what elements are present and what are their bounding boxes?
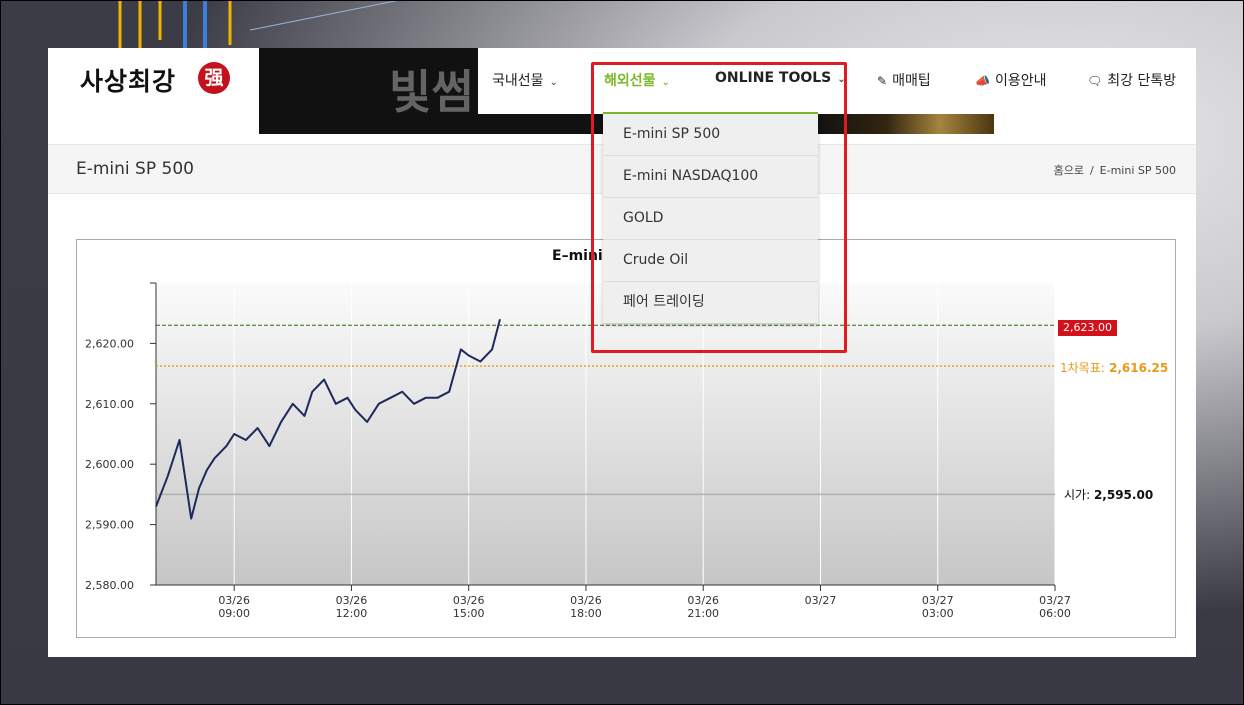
breadcrumb-separator: / [1089, 164, 1094, 177]
target-value: 2,616.25 [1109, 361, 1169, 375]
open-label: 시가: [1064, 488, 1091, 502]
current-price-tag: 2,623.00 [1058, 320, 1117, 336]
site-logo-seal[interactable]: 强 [198, 62, 230, 94]
target-price-label: 1차목표: 2,616.25 [1060, 359, 1168, 376]
edit-icon: ✎ [877, 74, 888, 88]
nav-chat-room[interactable]: 🗨 최강 단톡방 [1087, 70, 1176, 90]
nav-label: 매매팁 [892, 73, 931, 89]
highlight-box [591, 62, 847, 353]
nav-domestic-futures[interactable]: 국내선물 ⌄ [492, 70, 558, 90]
open-value: 2,595.00 [1093, 488, 1154, 502]
nav-label: 이용안내 [994, 73, 1047, 89]
target-label: 1차목표: [1060, 361, 1105, 375]
nav-user-guide[interactable]: 📣 이용안내 [975, 70, 1046, 90]
megaphone-icon: 📣 [975, 74, 990, 88]
breadcrumb-home-link[interactable]: 홈으로 [1054, 164, 1084, 177]
chat-icon: 🗨 [1087, 74, 1103, 88]
nav-label: 국내선물 [492, 73, 544, 89]
site-logo-text[interactable]: 사상최강 [80, 62, 176, 98]
nav-label: 최강 단톡방 [1107, 73, 1177, 89]
open-price-label: 시가: 2,595.00 [1064, 486, 1153, 503]
breadcrumb-current: E-mini SP 500 [1099, 164, 1176, 177]
page-title: E-mini SP 500 [76, 159, 194, 179]
chevron-down-icon: ⌄ [549, 77, 558, 88]
nav-trading-tips[interactable]: ✎ 매매팁 [877, 70, 931, 90]
breadcrumb: 홈으로 / E-mini SP 500 [1054, 162, 1176, 178]
